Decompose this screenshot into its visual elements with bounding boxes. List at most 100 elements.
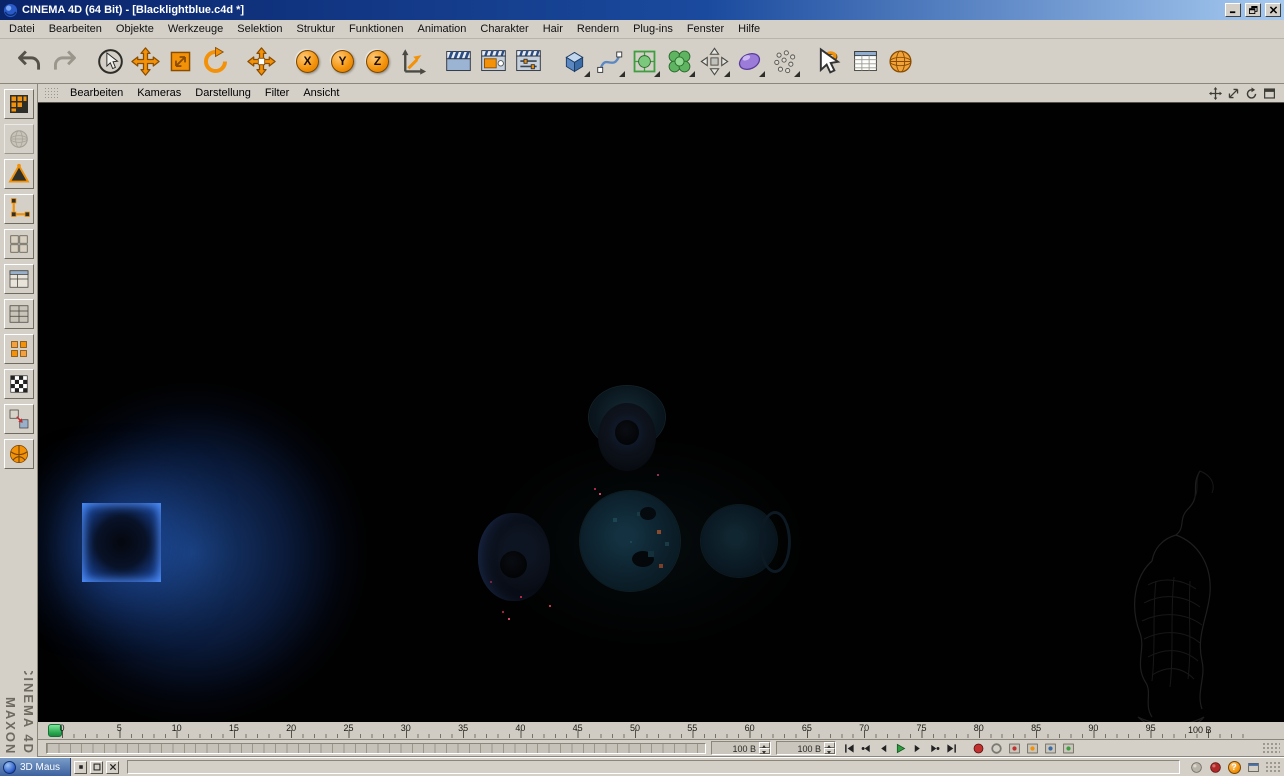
goto-end-icon[interactable] [943,741,959,755]
menu-plugins[interactable]: Plug-ins [626,21,680,37]
statusbar-grip-icon[interactable] [1265,760,1281,774]
range-end-field[interactable]: 100 B [776,741,836,755]
record-scale-icon[interactable] [1024,741,1040,756]
redo-icon[interactable] [47,44,82,79]
menu-funktionen[interactable]: Funktionen [342,21,410,37]
palette-pin-button[interactable] [74,760,88,774]
prism-icon[interactable] [3,159,34,189]
animbar-grip-icon[interactable] [1262,742,1280,754]
menu-charakter[interactable]: Charakter [473,21,535,37]
object-axis-icon[interactable] [244,44,279,79]
content-browser-icon[interactable] [883,44,918,79]
blocks-icon[interactable] [3,229,34,259]
play-icon[interactable] [892,741,908,755]
menu-hair[interactable]: Hair [536,21,570,37]
menu-selektion[interactable]: Selektion [230,21,289,37]
prev-frame-icon[interactable] [875,741,891,755]
rotate-view-icon[interactable] [1244,86,1259,101]
person-left-object [478,513,550,601]
status-help-icon[interactable]: ? [1226,760,1242,775]
range-start-field[interactable]: 100 B [711,741,771,755]
close-button[interactable] [1265,3,1281,17]
palette-close-button[interactable] [106,760,120,774]
help-icon[interactable]: ? [813,44,848,79]
cubes-array-icon[interactable] [3,334,34,364]
next-frame-icon[interactable] [909,741,925,755]
add-deformer-icon[interactable] [697,44,732,79]
viewport-menu-filter[interactable]: Filter [258,85,296,101]
menu-bearbeiten[interactable]: Bearbeiten [42,21,109,37]
restore-button[interactable] [1245,3,1261,17]
viewport-menu-kameras[interactable]: Kameras [130,85,188,101]
add-scene-icon[interactable] [732,44,767,79]
lock-y-button[interactable]: Y [325,44,360,79]
lock-z-button[interactable]: Z [360,44,395,79]
next-key-icon[interactable] [926,741,942,755]
record-keyframe-icon[interactable] [970,741,986,756]
pin-icon [78,765,83,769]
dock-window-icon[interactable] [1245,760,1261,775]
spinner-down-icon[interactable] [824,748,835,754]
ruler-tick-40: 40 [515,723,526,733]
render-view-icon[interactable] [441,44,476,79]
spinner-arrows[interactable] [824,742,835,754]
autokey-icon[interactable] [988,741,1004,756]
add-cube-icon[interactable] [557,44,592,79]
lock-x-button[interactable]: X [290,44,325,79]
toggle-view-icon[interactable] [1262,86,1277,101]
minimize-button[interactable] [1225,3,1241,17]
spinner-arrows[interactable] [759,742,770,754]
sketch-figure [1134,470,1214,722]
add-nurbs-icon[interactable] [627,44,662,79]
menu-fenster[interactable]: Fenster [680,21,731,37]
menu-struktur[interactable]: Struktur [290,21,343,37]
record-position-icon[interactable] [1006,741,1022,756]
viewport-menu-bearbeiten[interactable]: Bearbeiten [63,85,130,101]
render-picture-icon[interactable] [476,44,511,79]
viewport-menu-grip[interactable] [44,86,58,100]
prev-key-icon[interactable] [858,741,874,755]
preview-range-track[interactable] [46,742,706,754]
panel-grid-icon[interactable] [3,299,34,329]
menu-werkzeuge[interactable]: Werkzeuge [161,21,230,37]
menu-hilfe[interactable]: Hilfe [731,21,767,37]
timeline-ruler[interactable]: 100 B 0 5 10 15 20 25 30 35 40 45 50 55 60 65 70 75 80 85… [38,722,1284,740]
viewport-menu-darstellung[interactable]: Darstellung [188,85,258,101]
render-settings-icon[interactable] [511,44,546,79]
record-rotation-icon[interactable] [1042,741,1058,756]
attributes-icon[interactable] [848,44,883,79]
window-grid-icon[interactable] [3,264,34,294]
palette-maximize-button[interactable] [90,760,104,774]
palette-tab-3d-maus[interactable]: 3D Maus [0,757,72,776]
viewport-3d[interactable] [38,103,1284,722]
record-parameter-icon[interactable] [1060,741,1076,756]
add-particles-icon[interactable] [767,44,802,79]
coord-system-icon[interactable] [395,44,430,79]
menu-objekte[interactable]: Objekte [109,21,161,37]
scale-tool-icon[interactable] [163,44,198,79]
goto-start-icon[interactable] [841,741,857,755]
swap-boxes-icon[interactable] [3,404,34,434]
orange-sphere-icon[interactable] [3,439,34,469]
zoom-view-icon[interactable] [1226,86,1241,101]
titlebar[interactable]: CINEMA 4D (64 Bit) - [Blacklightblue.c4d… [0,0,1284,20]
spline-corner-icon[interactable] [3,194,34,224]
earth-icon[interactable] [3,124,34,154]
add-modeling-icon[interactable] [662,44,697,79]
status-sphere-red-icon[interactable] [1207,760,1223,775]
pan-view-icon[interactable] [1208,86,1223,101]
undo-icon[interactable] [12,44,47,79]
checker-icon[interactable] [3,369,34,399]
menu-animation[interactable]: Animation [410,21,473,37]
move-tool-icon[interactable] [128,44,163,79]
rotate-tool-icon[interactable] [198,44,233,79]
spinner-down-icon[interactable] [759,748,770,754]
menu-datei[interactable]: Datei [2,21,42,37]
add-spline-icon[interactable] [592,44,627,79]
help-cursor-icon [819,47,841,74]
live-selection-icon[interactable] [93,44,128,79]
array-grid-icon[interactable] [3,89,34,119]
status-sphere-grey-icon[interactable] [1188,760,1204,775]
menu-rendern[interactable]: Rendern [570,21,626,37]
viewport-menu-ansicht[interactable]: Ansicht [296,85,346,101]
